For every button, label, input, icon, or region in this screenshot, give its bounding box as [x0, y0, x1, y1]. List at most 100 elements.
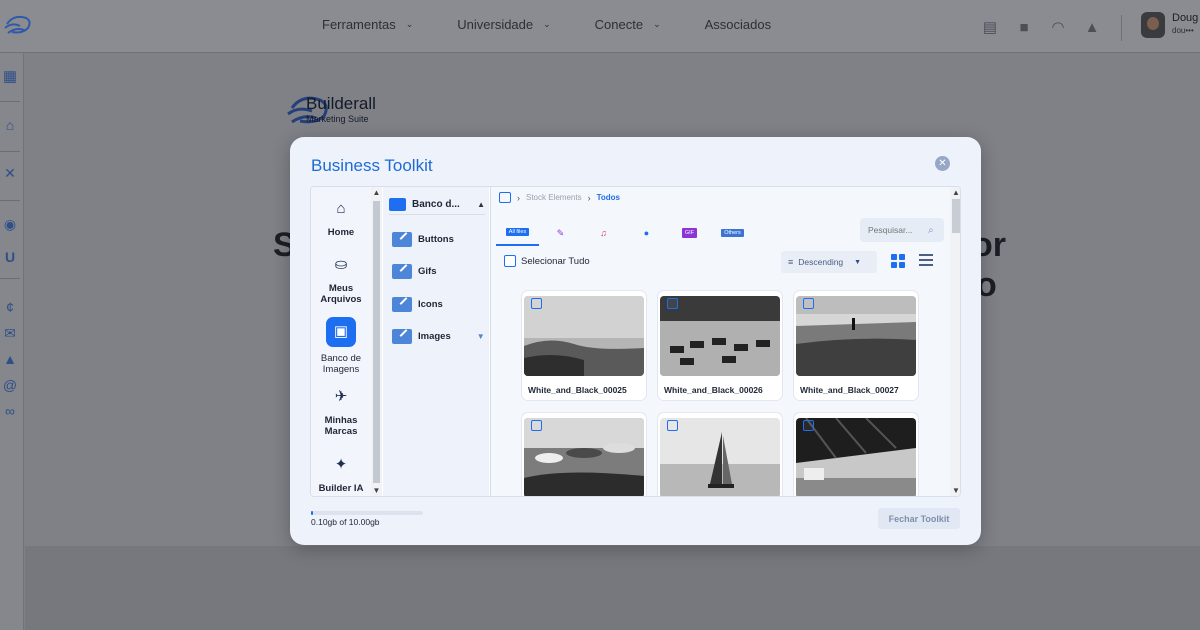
- nav-associados[interactable]: Associados: [705, 17, 771, 32]
- bell-icon[interactable]: ▲: [1083, 19, 1101, 37]
- user-email: dou•••: [1172, 26, 1194, 35]
- scroll-thumb[interactable]: [373, 201, 380, 483]
- image-card[interactable]: White_and_Black_00027: [793, 290, 919, 401]
- folder-gifs[interactable]: Gifs: [392, 264, 436, 279]
- folder-label: Buttons: [418, 234, 454, 245]
- builderall-logo-icon[interactable]: [4, 12, 34, 38]
- image-thumbnail: [524, 296, 644, 376]
- nav-home[interactable]: ⌂ Home: [311, 199, 371, 238]
- nav-minhas-marcas-label: Minhas Marcas: [324, 415, 358, 437]
- nav-scrollbar[interactable]: ▲ ▼: [371, 187, 382, 496]
- scroll-down-icon[interactable]: ▼: [371, 486, 382, 495]
- all-files-icon: All files: [505, 227, 530, 236]
- scroll-up-icon[interactable]: ▲: [950, 188, 960, 197]
- graduation-icon[interactable]: ▲: [0, 351, 20, 367]
- list-view-icon[interactable]: [919, 254, 933, 268]
- nav-label: Universidade: [457, 17, 534, 32]
- image-thumbnail: [660, 418, 780, 496]
- image-thumbnail: [796, 418, 916, 496]
- chat-icon[interactable]: ◉: [0, 216, 20, 233]
- nav-builder-ia-label: Builder IA: [318, 483, 364, 494]
- nav-conecte[interactable]: Conecte ⌄: [595, 17, 661, 32]
- chevron-up-icon[interactable]: ▲: [477, 200, 485, 209]
- card-name: White_and_Black_00026: [664, 385, 763, 395]
- image-card[interactable]: White_and_Black_00026: [657, 290, 783, 401]
- main-nav: Ferramentas ⌄ Universidade ⌄ Conecte ⌄ Asso…: [322, 17, 815, 32]
- file-type-tabs: All files ✎ ♫ ● GIF Others: [496, 219, 754, 246]
- nav-banco-de-imagens[interactable]: ▣ Banco de Imagens: [311, 317, 371, 375]
- link-icon[interactable]: ∞: [0, 403, 20, 419]
- nav-meus-arquivos[interactable]: ⛀ Meus Arquivos: [311, 255, 371, 305]
- select-all-checkbox[interactable]: [504, 255, 516, 267]
- rocket-icon[interactable]: ⌂: [0, 117, 20, 133]
- folder-header[interactable]: Banco d... ▲: [389, 195, 485, 215]
- nav-minhas-marcas[interactable]: ✈ Minhas Marcas: [311, 387, 371, 437]
- headset-icon[interactable]: ◠: [1049, 19, 1067, 37]
- breadcrumb-current: Todos: [596, 193, 620, 202]
- tab-gif[interactable]: GIF: [668, 219, 711, 246]
- card-checkbox[interactable]: [803, 298, 814, 309]
- u-icon[interactable]: U: [0, 249, 20, 265]
- book-icon[interactable]: ▤: [981, 19, 999, 37]
- image-card[interactable]: [793, 412, 919, 496]
- files-area: › Stock Elements › Todos All files ✎ ♫ ●…: [490, 187, 950, 496]
- card-checkbox[interactable]: [531, 298, 542, 309]
- tab-video[interactable]: ●: [625, 219, 668, 246]
- video-icon[interactable]: ■: [1015, 19, 1033, 37]
- folder-label: Images: [418, 331, 451, 342]
- tab-others[interactable]: Others: [711, 219, 754, 246]
- card-checkbox[interactable]: [667, 420, 678, 431]
- sort-label: Descending: [798, 257, 844, 267]
- nav-meus-arquivos-label: Meus Arquivos: [320, 283, 362, 305]
- sort-icon: ≡: [788, 257, 794, 267]
- files-scrollbar[interactable]: ▲ ▼: [950, 187, 960, 496]
- image-thumbnail: [524, 418, 644, 496]
- avatar[interactable]: [1141, 12, 1165, 38]
- user-name[interactable]: Doug: [1172, 12, 1200, 24]
- scroll-up-icon[interactable]: ▲: [371, 188, 382, 197]
- scroll-thumb[interactable]: [952, 199, 960, 233]
- tab-design[interactable]: ✎: [539, 219, 582, 246]
- images-icon: ▣: [326, 317, 356, 347]
- card-checkbox[interactable]: [803, 420, 814, 431]
- sort-select[interactable]: ≡ Descending ▼: [781, 251, 877, 273]
- mail-icon[interactable]: ✉: [0, 325, 20, 342]
- image-card[interactable]: [521, 412, 647, 496]
- tab-all-files[interactable]: All files: [496, 219, 539, 246]
- search-input[interactable]: [868, 225, 924, 235]
- nav-ferramentas[interactable]: Ferramentas ⌄: [322, 17, 413, 32]
- chevron-down-icon[interactable]: ▼: [477, 332, 485, 341]
- nav-universidade[interactable]: Universidade ⌄: [457, 17, 550, 32]
- breadcrumb-parent[interactable]: Stock Elements: [526, 193, 582, 202]
- select-all[interactable]: Selecionar Tudo: [504, 255, 590, 267]
- top-navbar: Ferramentas ⌄ Universidade ⌄ Conecte ⌄ Asso…: [0, 0, 1200, 53]
- card-checkbox[interactable]: [667, 298, 678, 309]
- folder-icons[interactable]: Icons: [392, 297, 443, 312]
- tab-music[interactable]: ♫: [582, 219, 625, 246]
- folder-icon: [392, 297, 412, 312]
- dollar-icon[interactable]: ¢: [0, 299, 20, 315]
- chevron-down-icon: ⌄: [653, 19, 661, 29]
- search-icon[interactable]: ⌕: [928, 225, 934, 236]
- nav-builder-ia[interactable]: ✦ Builder IA: [311, 455, 371, 494]
- divider: [0, 151, 20, 152]
- folder-icon: [392, 232, 412, 247]
- close-icon[interactable]: ✕: [935, 156, 950, 171]
- folder-images[interactable]: Images ▼: [392, 329, 485, 344]
- image-card[interactable]: White_and_Black_00025: [521, 290, 647, 401]
- select-all-label: Selecionar Tudo: [521, 255, 590, 267]
- divider: [0, 101, 20, 102]
- apps-grid-icon[interactable]: ▦: [0, 67, 20, 85]
- close-toolkit-button[interactable]: Fechar Toolkit: [878, 508, 960, 529]
- stock-home-icon[interactable]: [499, 192, 511, 203]
- image-card[interactable]: [657, 412, 783, 496]
- nav-label: Conecte: [594, 17, 644, 32]
- scroll-down-icon[interactable]: ▼: [950, 486, 960, 495]
- folder-buttons[interactable]: Buttons: [392, 232, 454, 247]
- tools-icon[interactable]: ✕: [0, 165, 20, 182]
- card-checkbox[interactable]: [531, 420, 542, 431]
- at-icon[interactable]: @: [0, 377, 20, 393]
- grid-view-icon[interactable]: [891, 254, 905, 268]
- storage-progress-fill: [311, 511, 314, 515]
- modal-title: Business Toolkit: [311, 156, 433, 175]
